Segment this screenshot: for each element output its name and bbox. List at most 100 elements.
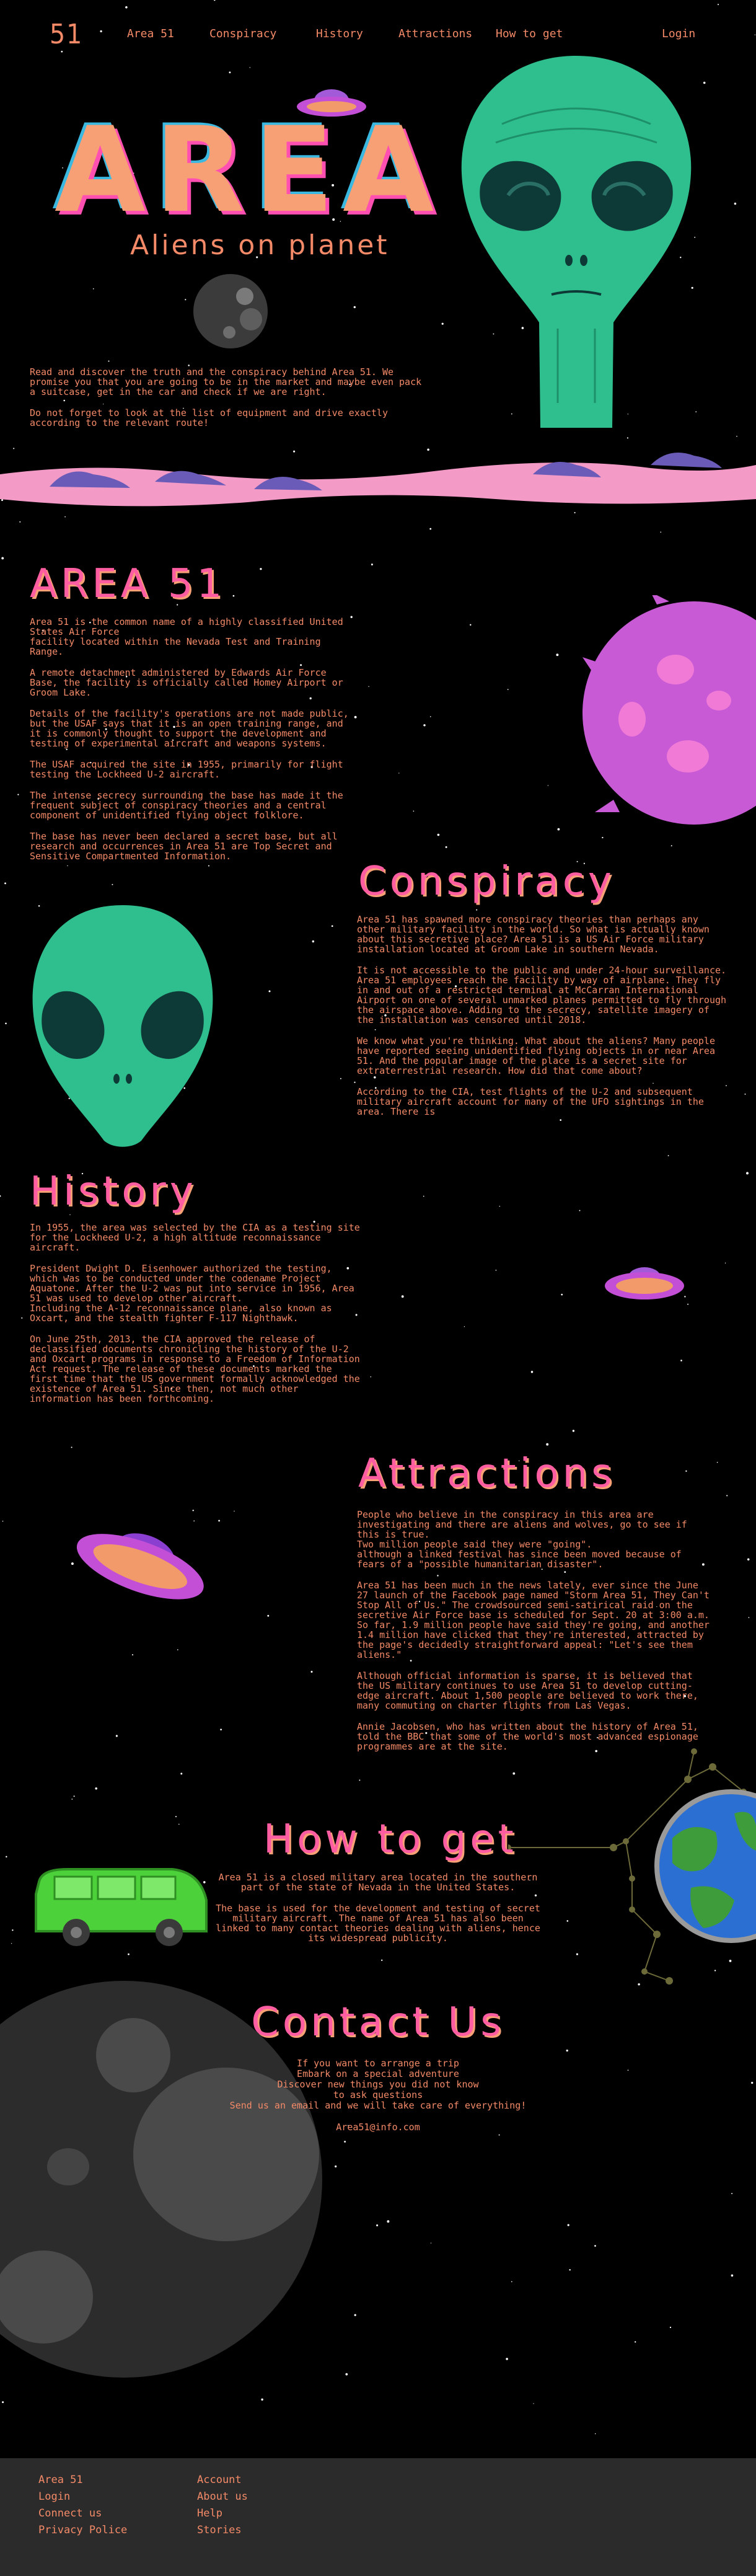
footer-link-area51[interactable]: Area 51 [38,2472,127,2489]
footer-link-login[interactable]: Login [38,2489,127,2505]
star [429,528,432,530]
nav-link-attractions[interactable]: Attractions [398,27,472,40]
star [180,1773,183,1775]
star [2,2401,4,2404]
area51-paragraph: The USAF acquired the site in 1955, prim… [30,759,343,780]
footer-link-connect[interactable]: Connect us [38,2505,127,2522]
star [724,1262,726,1264]
star [21,1317,23,1319]
alien-face-icon [32,905,213,1147]
footer-link-about[interactable]: About us [197,2489,248,2505]
star [220,1728,222,1731]
van-icon [35,1868,208,1946]
footer-link-account[interactable]: Account [197,2472,248,2489]
nav-link-how-to-get[interactable]: How to get [496,27,563,40]
history-heading: History [30,1169,197,1215]
star [703,81,706,84]
pink-ground [0,453,756,507]
star [345,2373,348,2376]
area51-paragraph: A remote detachment administered by Edwa… [30,667,343,698]
star [312,940,315,943]
star [567,2224,569,2226]
star [108,360,110,362]
star [19,521,21,523]
star [61,50,63,53]
area51-text: Area 51 is the common name of a highly c… [30,617,358,872]
star [1,557,4,560]
area51-paragraph: Details of the facility's operations are… [30,708,349,749]
star [437,833,440,836]
star [751,2081,754,2084]
star [731,2193,733,2195]
history-text: In 1955, the area was selected by the CI… [30,1223,364,1415]
moon-icon [193,274,268,348]
star [71,1446,73,1448]
contact-line: to ask questions [333,2089,423,2100]
site-logo[interactable]: 51 [50,19,83,50]
star [670,845,672,847]
hero-subtitle: Aliens on planet [130,229,390,261]
star [4,882,6,885]
star [95,1787,97,1790]
star [429,716,431,717]
star [413,810,415,812]
star [64,516,66,518]
area51-paragraph: The base has never been declared a secre… [30,831,338,862]
ufo-large-icon [76,1533,204,1600]
star [178,1823,180,1825]
star [218,1520,220,1522]
footer-column-1: Area 51 Login Connect us Privacy Police [38,2472,127,2539]
star [627,2069,629,2071]
attractions-paragraph: Although official information is sparse,… [357,1670,698,1711]
history-paragraph: In 1955, the area was selected by the CI… [30,1222,360,1253]
contact-email-link[interactable]: Area51@info.com [192,2122,564,2133]
footer-link-help[interactable]: Help [197,2505,248,2522]
nav-link-history[interactable]: History [316,27,363,40]
star [695,411,697,413]
star [744,1093,746,1095]
star [464,1326,465,1327]
star [232,595,235,597]
footer-link-stories[interactable]: Stories [197,2522,248,2539]
star [335,2165,337,2168]
star [569,2268,571,2271]
conspiracy-paragraph: We know what you're thinking. What about… [357,1035,715,1076]
star [680,1360,682,1361]
star [667,1155,669,1156]
star [594,2245,596,2247]
star [726,1495,728,1497]
footer-link-privacy[interactable]: Privacy Police [38,2522,127,2539]
star [131,1654,134,1656]
login-link[interactable]: Login [662,27,695,40]
hero-route-text: Do not forget to look at the list of equ… [30,407,388,428]
attractions-paragraph: People who believe in the conspiracy in … [357,1509,687,1570]
nav-link-area51[interactable]: Area 51 [127,27,174,40]
area51-heading: AREA 51 [30,561,226,607]
star [694,236,696,238]
star [476,909,478,911]
star [0,1195,1,1197]
star [193,1520,195,1521]
history-paragraph: President Dwight D. Eisenhower authorize… [30,1263,354,1324]
star [387,2220,390,2223]
star [746,1172,749,1175]
star [669,2326,672,2329]
contact-line: Embark on a special adventure [297,2068,459,2079]
star [507,689,509,690]
conspiracy-text: Area 51 has spawned more conspiracy theo… [357,914,729,1128]
attractions-paragraph: Annie Jacobsen, who has written about th… [357,1721,698,1752]
star [71,1799,73,1800]
star [5,1022,7,1025]
star [506,2358,508,2360]
star [594,2433,596,2435]
star [574,511,576,513]
star [354,1081,356,1083]
star [470,624,472,626]
star [340,1078,341,1079]
star [734,202,737,205]
contact-line: If you want to arrange a trip [297,2058,459,2069]
star [685,1470,687,1472]
conspiracy-heading: Conspiracy [358,859,615,905]
star [267,1614,270,1617]
nav-link-conspiracy[interactable]: Conspiracy [209,27,276,40]
